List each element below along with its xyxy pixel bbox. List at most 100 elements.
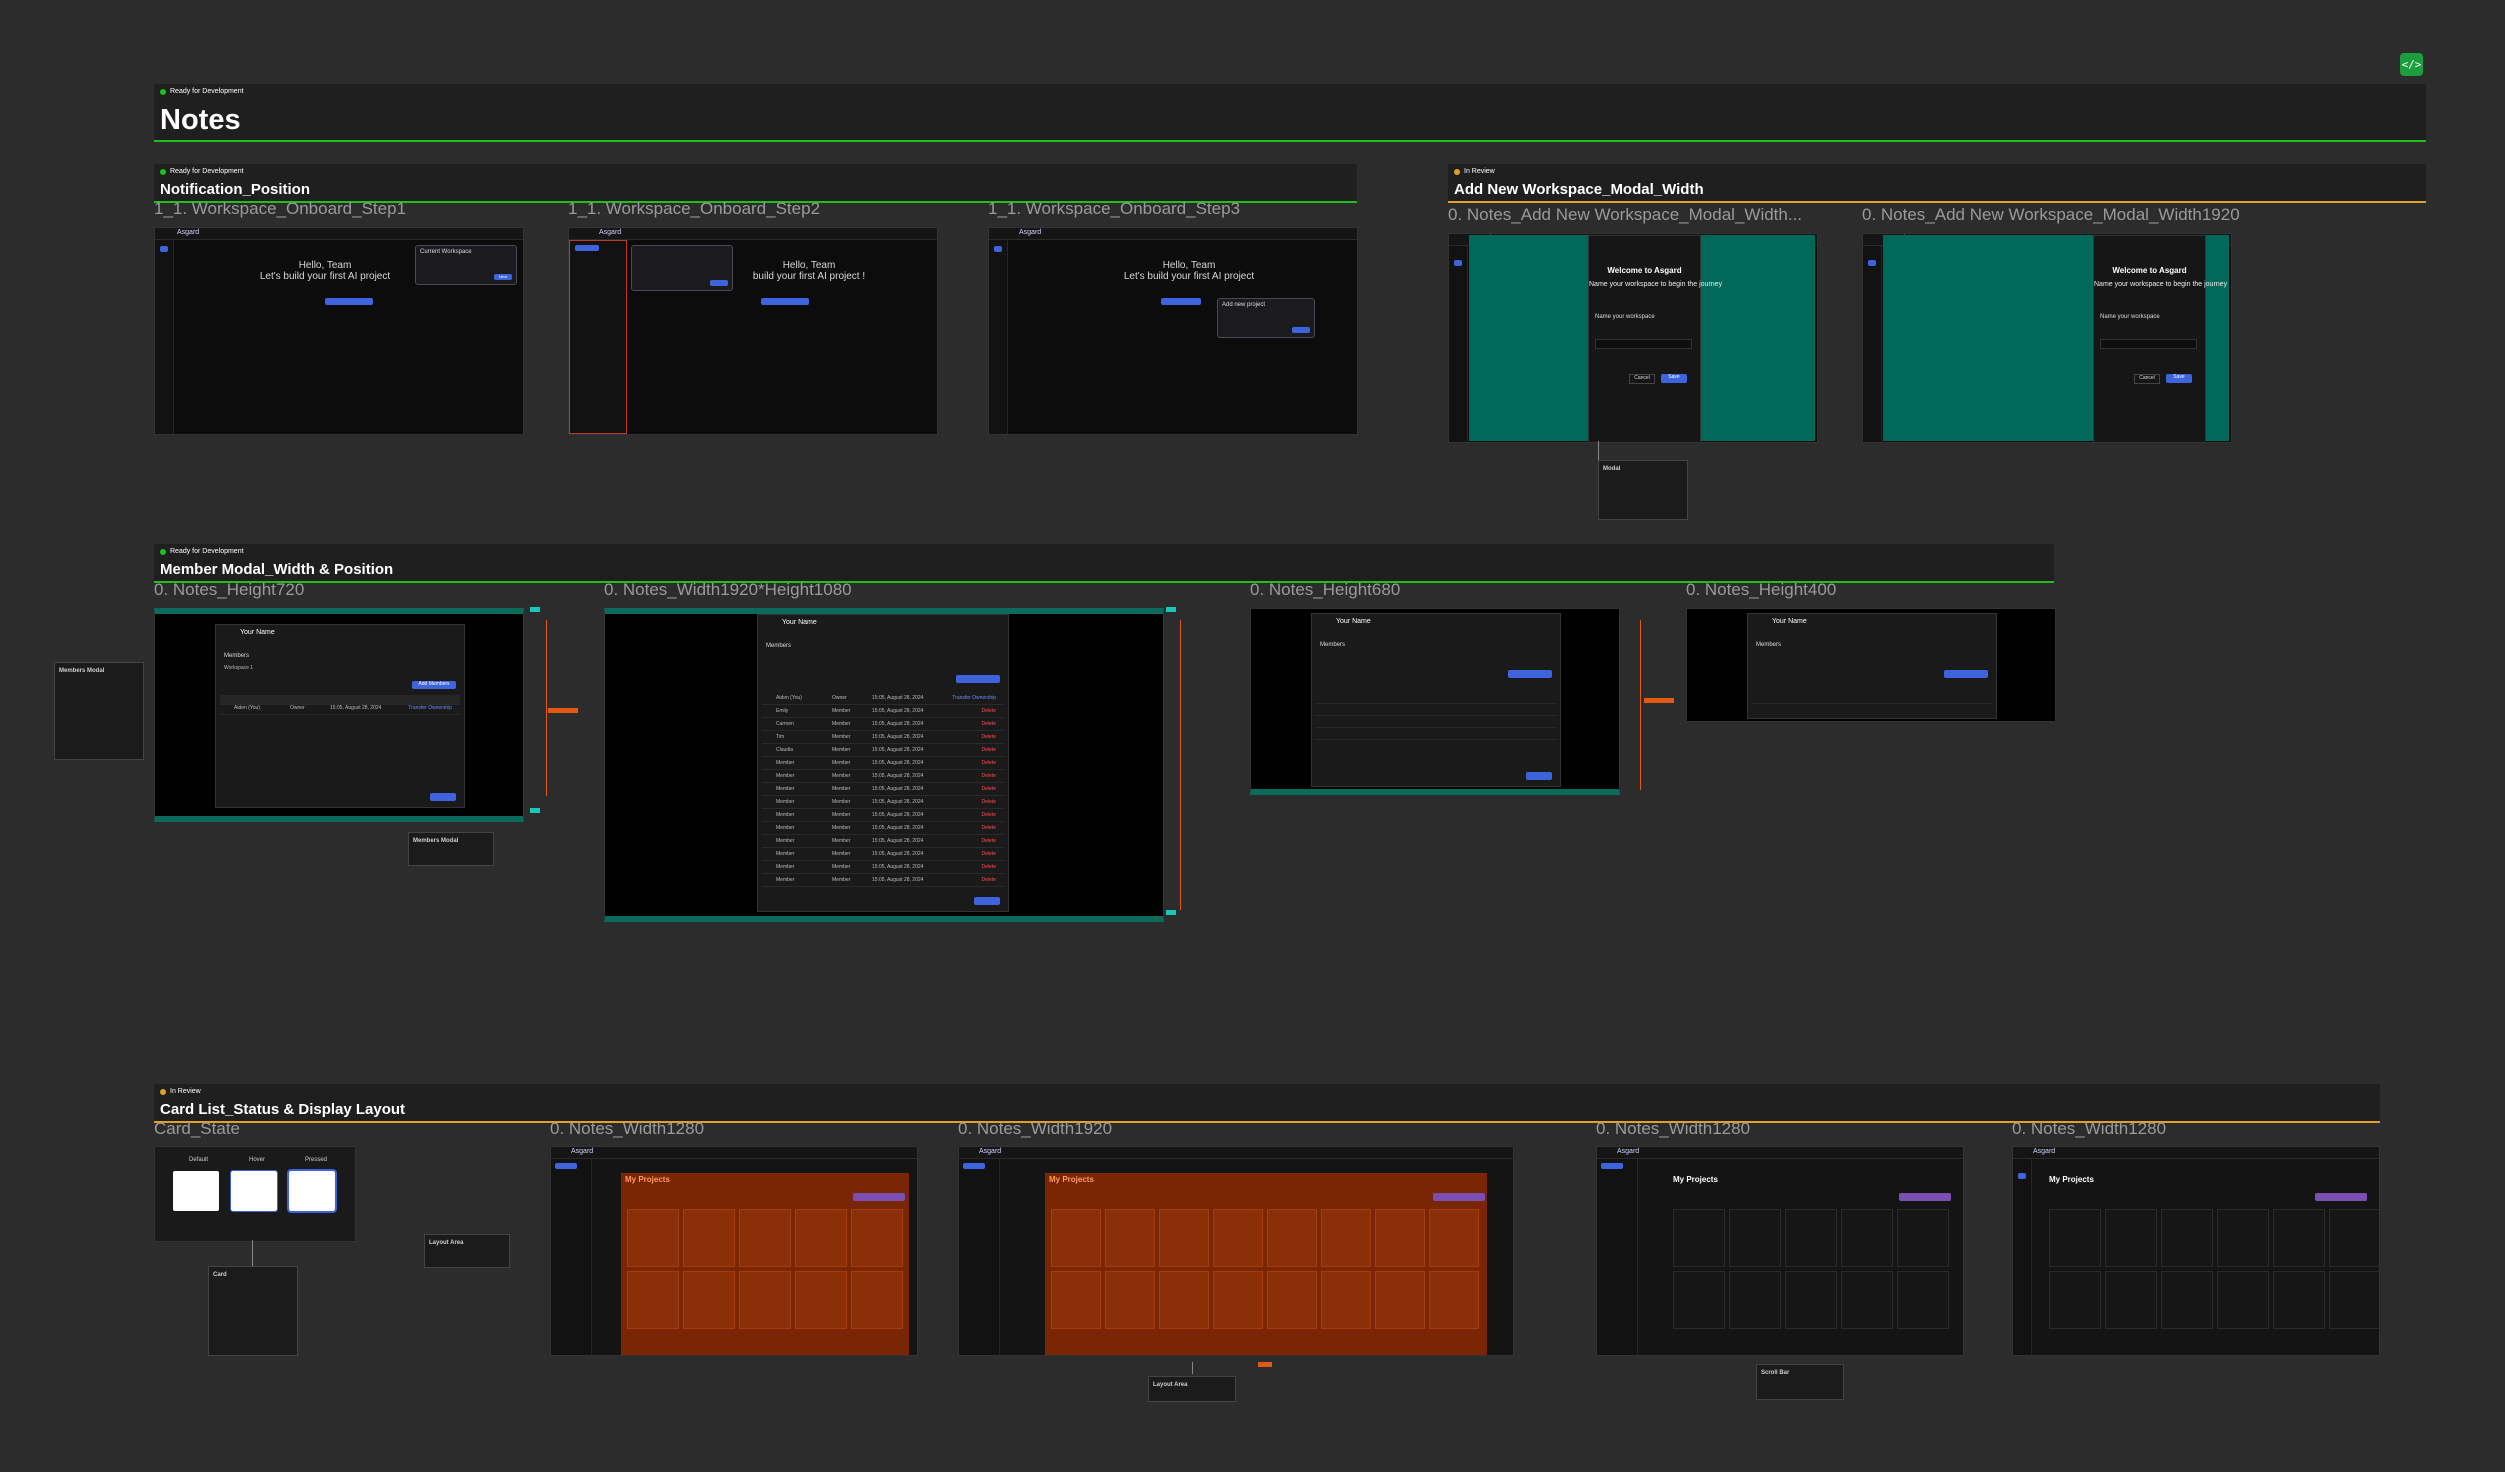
project-card[interactable] — [1729, 1209, 1781, 1267]
cancel-button[interactable]: Cancel — [1629, 374, 1655, 384]
project-card[interactable] — [1105, 1271, 1155, 1329]
delete-link[interactable]: Delete — [982, 877, 996, 883]
cell-role: Member — [832, 708, 851, 714]
delete-link[interactable]: Delete — [982, 786, 996, 792]
project-card[interactable] — [1213, 1209, 1263, 1267]
project-card[interactable] — [1213, 1271, 1263, 1329]
cancel-button[interactable]: Cancel — [2134, 374, 2160, 384]
project-card[interactable] — [1051, 1209, 1101, 1267]
delete-link[interactable]: Delete — [982, 747, 996, 753]
project-card[interactable] — [1785, 1209, 1837, 1267]
project-card[interactable] — [683, 1209, 735, 1267]
project-card[interactable] — [851, 1209, 903, 1267]
project-card[interactable] — [1429, 1209, 1479, 1267]
project-card[interactable] — [1897, 1271, 1949, 1329]
add-project-button[interactable] — [853, 1193, 905, 1201]
delete-link[interactable]: Delete — [982, 734, 996, 740]
project-card[interactable] — [1673, 1209, 1725, 1267]
project-card[interactable] — [1785, 1271, 1837, 1329]
delete-link[interactable]: Delete — [982, 812, 996, 818]
members-modal: Your Name Members Workspace 1 Add Member… — [215, 624, 465, 808]
project-card[interactable] — [1159, 1209, 1209, 1267]
project-card[interactable] — [739, 1271, 791, 1329]
next-button[interactable]: Next — [494, 274, 512, 280]
card-default[interactable] — [173, 1171, 219, 1211]
project-card[interactable] — [1267, 1271, 1317, 1329]
project-card[interactable] — [2329, 1271, 2379, 1329]
add-project-button[interactable] — [325, 298, 373, 305]
save-button[interactable] — [974, 897, 1000, 905]
project-card[interactable] — [2105, 1271, 2157, 1329]
project-card[interactable] — [1321, 1209, 1371, 1267]
delete-link[interactable]: Delete — [982, 799, 996, 805]
transfer-ownership-link[interactable]: Transfer Ownership — [408, 705, 452, 711]
delete-link[interactable]: Delete — [982, 773, 996, 779]
project-card[interactable] — [2161, 1271, 2213, 1329]
add-members-button[interactable] — [1944, 670, 1988, 678]
project-card[interactable] — [1429, 1271, 1479, 1329]
project-card[interactable] — [739, 1209, 791, 1267]
project-card[interactable] — [1841, 1209, 1893, 1267]
project-card[interactable] — [1841, 1271, 1893, 1329]
add-project-button[interactable] — [1899, 1193, 1951, 1201]
next-button[interactable] — [1292, 327, 1310, 333]
cell-role: Member — [832, 760, 851, 766]
project-card[interactable] — [1897, 1209, 1949, 1267]
project-card[interactable] — [2217, 1209, 2269, 1267]
delete-link[interactable]: Delete — [982, 864, 996, 870]
add-members-button[interactable] — [956, 675, 1000, 683]
members-modal: Your Name Members — [1747, 613, 1997, 719]
add-project-button[interactable] — [761, 298, 809, 305]
project-card[interactable] — [2161, 1209, 2213, 1267]
project-card[interactable] — [2049, 1209, 2101, 1267]
workspace-modal: Welcome to Asgard Name your workspace to… — [2093, 235, 2227, 442]
table-row: Member Member 15:05, August 28, 2024 Delete — [762, 877, 1004, 887]
project-card[interactable] — [627, 1209, 679, 1267]
project-card[interactable] — [2105, 1209, 2157, 1267]
delete-link[interactable]: Delete — [982, 760, 996, 766]
code-brackets-icon[interactable]: </> — [2400, 53, 2423, 76]
save-button[interactable]: Save — [2166, 374, 2192, 383]
project-card[interactable] — [1267, 1209, 1317, 1267]
delete-link[interactable]: Delete — [982, 708, 996, 714]
save-button[interactable] — [430, 793, 456, 801]
next-button[interactable] — [710, 280, 728, 286]
save-button[interactable] — [1526, 772, 1552, 780]
add-project-button[interactable] — [2315, 1193, 2367, 1201]
project-card[interactable] — [851, 1271, 903, 1329]
project-card[interactable] — [2329, 1209, 2379, 1267]
project-card[interactable] — [795, 1271, 847, 1329]
project-card[interactable] — [2273, 1271, 2325, 1329]
delete-link[interactable]: Delete — [982, 825, 996, 831]
projects-1920-frame: Asgard My Projects — [958, 1146, 1514, 1356]
project-card[interactable] — [2273, 1209, 2325, 1267]
card-hover[interactable] — [230, 1170, 278, 1212]
layout-area-note-2: Layout Area — [1148, 1376, 1236, 1402]
add-project-button[interactable] — [1161, 298, 1201, 305]
project-card[interactable] — [795, 1209, 847, 1267]
project-card[interactable] — [2217, 1271, 2269, 1329]
transfer-ownership-link[interactable]: Transfer Ownership — [952, 695, 996, 701]
project-card[interactable] — [1051, 1271, 1101, 1329]
project-card[interactable] — [1375, 1271, 1425, 1329]
card-pressed[interactable] — [287, 1169, 337, 1213]
add-members-button[interactable]: Add Members — [412, 681, 456, 689]
workspace-name-input[interactable] — [2100, 339, 2197, 349]
add-project-button[interactable] — [1433, 1193, 1485, 1201]
project-card[interactable] — [1729, 1271, 1781, 1329]
project-card[interactable] — [1159, 1271, 1209, 1329]
save-button[interactable]: Save — [1661, 374, 1687, 383]
project-card[interactable] — [1375, 1209, 1425, 1267]
project-card[interactable] — [1105, 1209, 1155, 1267]
project-card[interactable] — [2049, 1271, 2101, 1329]
cell-date: 15:05, August 28, 2024 — [872, 799, 924, 805]
delete-link[interactable]: Delete — [982, 851, 996, 857]
project-card[interactable] — [683, 1271, 735, 1329]
delete-link[interactable]: Delete — [982, 838, 996, 844]
project-card[interactable] — [1673, 1271, 1725, 1329]
workspace-name-input[interactable] — [1595, 339, 1692, 349]
add-members-button[interactable] — [1508, 670, 1552, 678]
delete-link[interactable]: Delete — [982, 721, 996, 727]
project-card[interactable] — [627, 1271, 679, 1329]
project-card[interactable] — [1321, 1271, 1371, 1329]
